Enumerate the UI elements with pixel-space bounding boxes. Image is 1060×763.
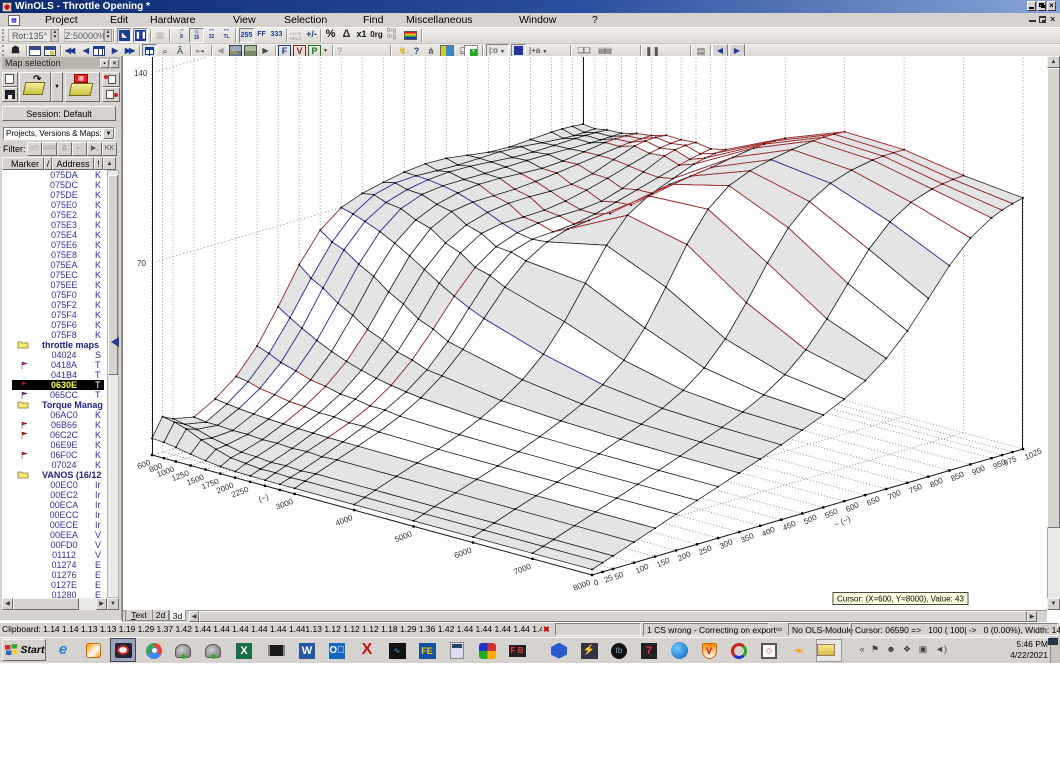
svg-text:800: 800 (929, 476, 945, 490)
svg-text:975: 975 (1002, 454, 1018, 468)
svg-text:600: 600 (844, 500, 860, 514)
svg-text:450: 450 (781, 519, 797, 533)
svg-text:Cursor: (X=600, Y=8000), Value: Cursor: (X=600, Y=8000), Value: 43 (837, 595, 964, 604)
svg-text:5000: 5000 (393, 529, 413, 544)
svg-text:900: 900 (971, 463, 987, 477)
svg-text:700: 700 (886, 488, 902, 502)
svg-text:6000: 6000 (453, 545, 473, 560)
svg-text:400: 400 (760, 525, 776, 539)
svg-text:150: 150 (655, 556, 671, 570)
svg-text:300: 300 (718, 537, 734, 551)
svg-text:650: 650 (865, 494, 881, 508)
svg-text:8000: 8000 (572, 578, 592, 593)
svg-text:100: 100 (634, 562, 650, 576)
svg-text:1025: 1025 (1023, 446, 1043, 462)
svg-text:70: 70 (137, 259, 146, 268)
svg-text:(~): (~) (257, 492, 270, 504)
svg-text:750: 750 (908, 482, 924, 496)
svg-text:500: 500 (802, 512, 818, 526)
svg-text:4000: 4000 (334, 513, 354, 528)
svg-text:350: 350 (739, 531, 755, 545)
svg-text:200: 200 (676, 549, 692, 563)
svg-text:50: 50 (613, 570, 625, 582)
svg-text:250: 250 (697, 543, 713, 557)
svg-text:3000: 3000 (275, 497, 295, 512)
svg-text:850: 850 (950, 469, 966, 483)
svg-text:140: 140 (134, 69, 148, 78)
svg-text:0: 0 (592, 578, 600, 588)
svg-text:7000: 7000 (512, 562, 532, 577)
